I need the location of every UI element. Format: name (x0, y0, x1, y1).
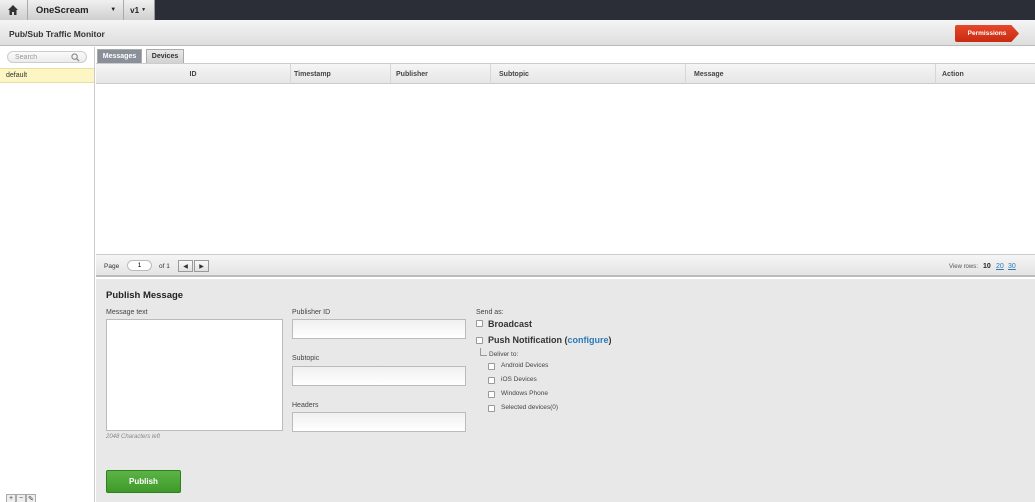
page-number-input[interactable] (127, 260, 152, 271)
column-header-message[interactable]: Message (686, 64, 936, 84)
column-header-subtopic[interactable]: Subtopic (491, 64, 686, 84)
page-header: Pub/Sub Traffic Monitor Permissions (0, 20, 1035, 46)
top-bar: OneScream ▼ v1 ▼ (0, 0, 1035, 20)
message-text-label: Message text (106, 309, 148, 316)
characters-left: 2048 Characters left (106, 434, 161, 440)
broadcast-label: Broadcast (488, 319, 533, 329)
configure-link[interactable]: configure (568, 335, 609, 345)
sidebar-item-label: default (6, 72, 28, 79)
table-body (96, 84, 1035, 254)
publisher-id-label: Publisher ID (292, 309, 331, 316)
tab-messages[interactable]: Messages (97, 49, 142, 63)
home-button[interactable] (0, 0, 28, 20)
headers-label: Headers (292, 402, 319, 409)
remove-button[interactable]: − (16, 494, 26, 502)
column-header-action[interactable]: Action (936, 64, 1035, 84)
next-page-button[interactable]: ▶ (194, 260, 209, 272)
ios-devices-checkbox[interactable] (488, 377, 495, 384)
windows-phone-checkbox[interactable] (488, 391, 495, 398)
column-header-id[interactable]: ID (96, 64, 291, 84)
app-name: OneScream (35, 4, 89, 16)
selected-devices-label: Selected devices(0) (501, 404, 559, 411)
ios-devices-label: iOS Devices (501, 376, 537, 383)
sidebar-item-default[interactable]: default (0, 68, 94, 83)
push-notification-label: Push Notification (configure) (488, 335, 612, 345)
column-header-publisher[interactable]: Publisher (391, 64, 491, 84)
push-notification-text: Push Notification (488, 335, 562, 345)
selected-devices-checkbox[interactable] (488, 405, 495, 412)
version-select[interactable]: v1 ▼ (124, 0, 154, 20)
search-icon[interactable] (71, 53, 80, 62)
version-label: v1 (130, 5, 140, 15)
subtopic-input[interactable] (292, 366, 466, 386)
page-count: of 1 (159, 263, 170, 270)
search-input[interactable] (15, 53, 70, 62)
rows-option-30[interactable]: 30 (1008, 263, 1016, 270)
column-header-timestamp[interactable]: Timestamp (291, 64, 391, 84)
tab-devices[interactable]: Devices (146, 49, 184, 63)
deliver-to-label: Deliver to: (489, 351, 519, 358)
broadcast-checkbox[interactable] (476, 320, 483, 327)
view-rows-label: View rows: (949, 264, 978, 270)
app-switcher: OneScream ▼ v1 ▼ (0, 0, 155, 20)
chevron-right-icon: ▶ (199, 263, 204, 270)
tree-connector (480, 348, 487, 356)
sidebar-actions: + − ✎ (6, 494, 36, 502)
add-button[interactable]: + (6, 494, 16, 502)
edit-button[interactable]: ✎ (26, 494, 36, 502)
subtopic-label: Subtopic (292, 355, 320, 362)
table-header: ID Timestamp Publisher Subtopic Message … (96, 63, 1035, 84)
android-devices-checkbox[interactable] (488, 363, 495, 370)
prev-page-button[interactable]: ◀ (178, 260, 193, 272)
windows-phone-label: Windows Phone (501, 390, 548, 397)
publish-title: Publish Message (106, 290, 184, 301)
page-label: Page (104, 263, 120, 270)
tab-bar: Messages Devices (96, 47, 1035, 63)
page-title: Pub/Sub Traffic Monitor (9, 29, 105, 39)
message-text-input[interactable] (106, 319, 283, 431)
android-devices-label: Android Devices (501, 362, 549, 369)
search-box (7, 51, 87, 63)
home-icon (8, 5, 19, 15)
publish-panel: Publish Message Message text 2048 Charac… (96, 279, 1035, 502)
rows-option-10[interactable]: 10 (983, 263, 991, 270)
publish-button[interactable]: Publish (106, 470, 181, 493)
sidebar: default + − ✎ (0, 47, 95, 502)
pagination-bar: Page of 1 ◀ ▶ View rows: 10 20 30 (96, 254, 1035, 277)
chevron-left-icon: ◀ (183, 263, 188, 270)
push-notification-checkbox[interactable] (476, 337, 483, 344)
app-select[interactable]: OneScream ▼ (28, 0, 125, 20)
headers-input[interactable] (292, 412, 466, 432)
rows-option-20[interactable]: 20 (996, 263, 1004, 270)
chevron-down-icon: ▼ (110, 7, 117, 13)
permissions-button[interactable]: Permissions (955, 25, 1019, 42)
publisher-id-input[interactable] (292, 319, 466, 339)
send-as-label: Send as: (476, 309, 504, 316)
chevron-down-icon: ▼ (141, 7, 147, 13)
